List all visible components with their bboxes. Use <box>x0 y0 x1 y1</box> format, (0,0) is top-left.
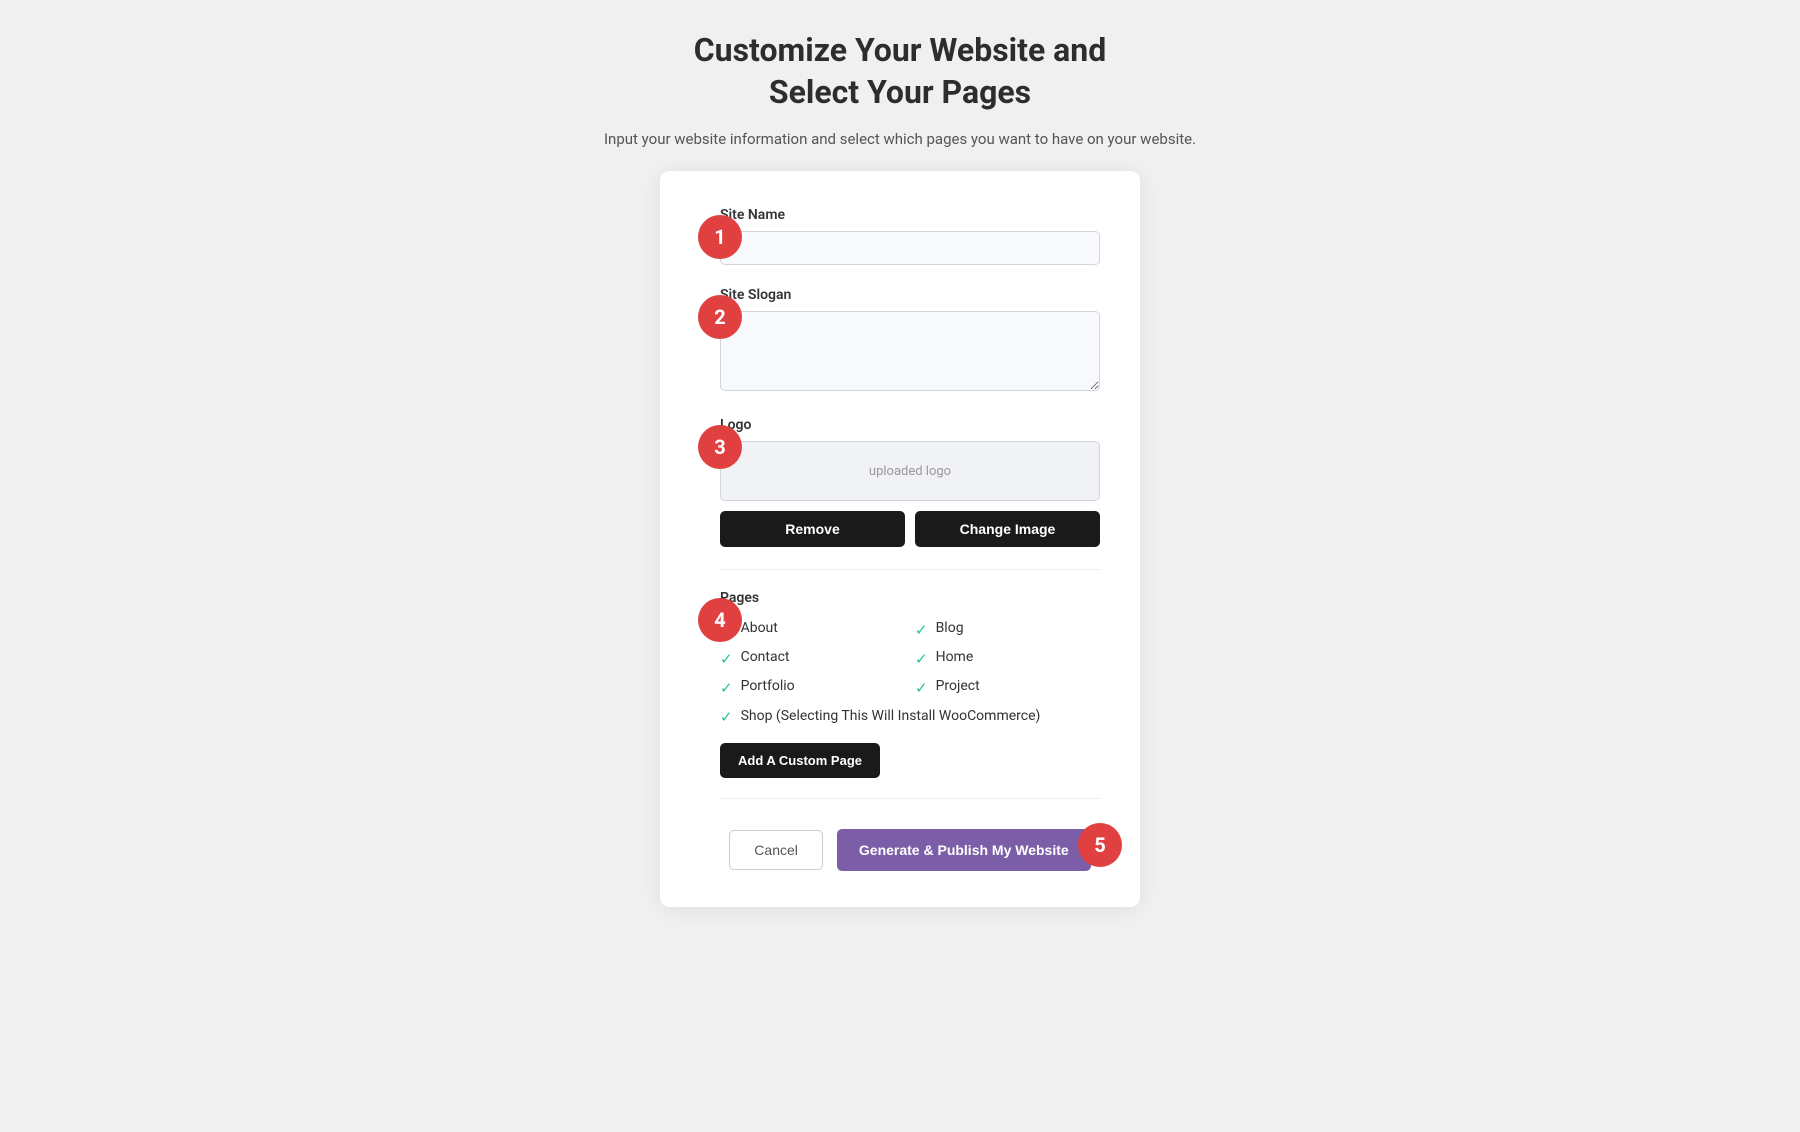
page-name: Contact <box>741 649 790 665</box>
check-icon: ✓ <box>720 650 733 668</box>
page-title: Customize Your Website and Select Your P… <box>604 30 1196 113</box>
list-item[interactable]: ✓ About <box>720 620 905 639</box>
list-item[interactable]: ✓ Home <box>915 649 1100 668</box>
site-name-section: 1 Site Name <box>720 207 1100 265</box>
page-name: Project <box>936 678 980 694</box>
pages-label: Pages <box>720 590 1100 606</box>
divider-footer <box>720 798 1100 799</box>
add-custom-page-button[interactable]: Add A Custom Page <box>720 743 880 778</box>
pages-section: 4 Pages ✓ About ✓ Blog ✓ Contact ✓ Home … <box>720 590 1100 778</box>
check-icon: ✓ <box>915 650 928 668</box>
step-3-badge: 3 <box>698 425 742 469</box>
page-header: Customize Your Website and Select Your P… <box>604 30 1196 151</box>
site-slogan-label: Site Slogan <box>720 287 1100 303</box>
logo-section: 3 Logo uploaded logo Remove Change Image <box>720 417 1100 547</box>
logo-buttons: Remove Change Image <box>720 511 1100 547</box>
logo-preview-text: uploaded logo <box>869 464 951 479</box>
page-name: Blog <box>936 620 964 636</box>
step-1-badge: 1 <box>698 215 742 259</box>
form-footer: Cancel Generate & Publish My Website 5 <box>720 819 1100 871</box>
list-item[interactable]: ✓ Portfolio <box>720 678 905 697</box>
check-icon: ✓ <box>720 708 733 726</box>
site-slogan-section: 2 Site Slogan <box>720 287 1100 395</box>
form-card: 1 Site Name 2 Site Slogan 3 Logo uploade… <box>660 171 1140 907</box>
page-name: Home <box>936 649 974 665</box>
step-4-badge: 4 <box>698 598 742 642</box>
change-image-button[interactable]: Change Image <box>915 511 1100 547</box>
divider <box>720 569 1100 570</box>
logo-label: Logo <box>720 417 1100 433</box>
check-icon: ✓ <box>720 679 733 697</box>
step-5-badge: 5 <box>1078 823 1122 867</box>
list-item[interactable]: ✓ Project <box>915 678 1100 697</box>
check-icon: ✓ <box>915 621 928 639</box>
site-name-input[interactable] <box>720 231 1100 265</box>
cancel-button[interactable]: Cancel <box>729 830 823 870</box>
logo-preview: uploaded logo <box>720 441 1100 501</box>
site-name-label: Site Name <box>720 207 1100 223</box>
remove-button[interactable]: Remove <box>720 511 905 547</box>
page-name: Portfolio <box>741 678 795 694</box>
check-icon: ✓ <box>915 679 928 697</box>
shop-page-name: Shop (Selecting This Will Install WooCom… <box>741 707 1041 727</box>
list-item[interactable]: ✓ Contact <box>720 649 905 668</box>
generate-publish-button[interactable]: Generate & Publish My Website <box>837 829 1091 871</box>
pages-grid: ✓ About ✓ Blog ✓ Contact ✓ Home ✓ Portfo… <box>720 620 1100 727</box>
list-item[interactable]: ✓ Shop (Selecting This Will Install WooC… <box>720 707 1100 727</box>
list-item[interactable]: ✓ Blog <box>915 620 1100 639</box>
step-2-badge: 2 <box>698 295 742 339</box>
site-slogan-input[interactable] <box>720 311 1100 391</box>
page-name: About <box>741 620 778 636</box>
page-subtitle: Input your website information and selec… <box>604 127 1196 151</box>
